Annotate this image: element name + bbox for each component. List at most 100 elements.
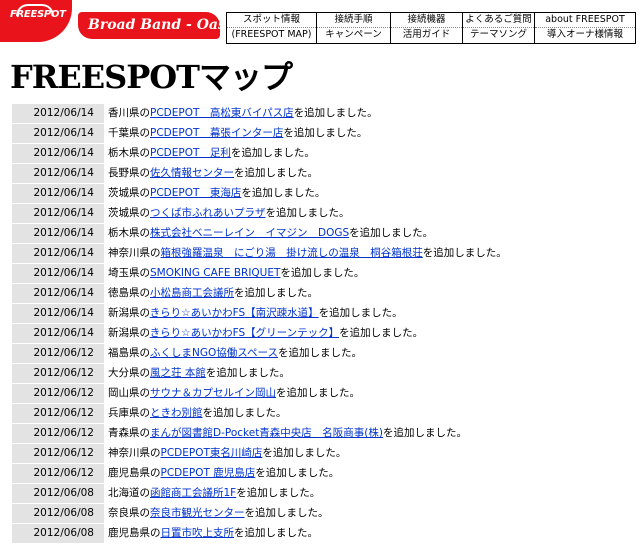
entry-description: 新潟県のきらり☆あいかわFS【南沢疎水道】を追加しました。 [104, 304, 628, 323]
entry-link[interactable]: PCDEPOT 高松東バイパス店 [150, 107, 294, 119]
nav-item-devices[interactable]: 接続機器 [391, 13, 462, 27]
entry-link[interactable]: ときわ別館 [150, 407, 203, 419]
entry-prefecture: 神奈川県の [108, 447, 161, 459]
entry-link[interactable]: 株式会社ベニーレイン イマジン DOGS [150, 227, 349, 239]
entry-link[interactable]: 小松島商工会議所 [150, 287, 234, 299]
entry-description: 鹿児島県のPCDEPOT 鹿児島店を追加しました。 [104, 464, 628, 483]
list-item: 2012/06/12 大分県の風之荘 本館を追加しました。 [12, 364, 628, 384]
entry-prefecture: 奈良県の [108, 507, 150, 519]
nav-col-4: よくあるご質問 テーマソング [462, 13, 534, 43]
entry-date: 2012/06/14 [33, 227, 94, 239]
entry-link[interactable]: PCDEPOT 鹿児島店 [161, 467, 256, 479]
entry-description: 茨城県のPCDEPOT 東海店を追加しました。 [104, 184, 628, 203]
brand-banner[interactable]: Broad Band - Oasis [78, 12, 239, 39]
list-item: 2012/06/12 青森県のまんが図書館D-Pocket青森中央店 名阪商事(株… [12, 424, 628, 444]
entry-prefecture: 岡山県の [108, 387, 150, 399]
list-item: 2012/06/08 北海道の函館商工会議所1Fを追加しました。 [12, 484, 628, 504]
entry-link[interactable]: PCDEPOT 東海店 [150, 187, 241, 199]
entry-date: 2012/06/14 [33, 207, 94, 219]
entry-description: 千葉県のPCDEPOT 幕張インター店を追加しました。 [104, 124, 628, 143]
nav-item-connect-steps[interactable]: 接続手順 [317, 13, 390, 27]
entry-link[interactable]: まんが図書館D-Pocket青森中央店 名阪商事(株) [150, 427, 383, 439]
entry-link[interactable]: 佐久情報センター [150, 167, 234, 179]
brand-text: Broad Band - Oasis [88, 17, 240, 33]
entry-prefecture: 栃木県の [108, 147, 150, 159]
entry-description: 茨城県のつくば市ふれあいプラザを追加しました。 [104, 204, 628, 223]
entry-description: 神奈川県の箱根強羅温泉 にごり湯 掛け流しの温泉 桐谷箱根荘を追加しました。 [104, 244, 628, 263]
entry-suffix: を追加しました。 [255, 467, 340, 479]
entry-suffix: を追加しました。 [234, 167, 318, 179]
entry-suffix: を追加しました。 [244, 507, 329, 519]
entry-prefecture: 長野県の [108, 167, 150, 179]
entry-link[interactable]: きらり☆あいかわFS【グリーンテック】 [150, 327, 339, 339]
nav-item-about[interactable]: about FREESPOT [535, 13, 635, 27]
entry-prefecture: 鹿児島県の [108, 527, 161, 539]
page-title: FREESPOTマップ [10, 58, 293, 96]
entry-prefecture: 茨城県の [108, 207, 150, 219]
entry-prefecture: 北海道の [108, 487, 150, 499]
entry-description: 福島県のふくしまNGO協働スペースを追加しました。 [104, 344, 628, 363]
list-item: 2012/06/14 徳島県の小松島商工会議所を追加しました。 [12, 284, 628, 304]
nav-item-freespot-map[interactable]: (FREESPOT MAP) [227, 27, 316, 42]
entry-link[interactable]: サウナ＆カプセルイン岡山 [150, 387, 276, 399]
entry-suffix: を追加しました。 [293, 107, 378, 119]
entry-link[interactable]: 箱根強羅温泉 にごり湯 掛け流しの温泉 桐谷箱根荘 [161, 247, 423, 259]
entry-description: 新潟県のきらり☆あいかわFS【グリーンテック】を追加しました。 [104, 324, 628, 343]
entry-suffix: を追加しました。 [234, 287, 318, 299]
entry-link[interactable]: 函館商工会議所1F [150, 487, 236, 499]
entry-suffix: を追加しました。 [422, 247, 507, 259]
entry-link[interactable]: SMOKING CAFE BRIQUET [150, 267, 280, 279]
entry-suffix: を追加しました。 [230, 147, 315, 159]
entry-description: 神奈川県のPCDEPOT東名川崎店を追加しました。 [104, 444, 628, 463]
nav-item-faq[interactable]: よくあるご質問 [463, 13, 534, 27]
list-item: 2012/06/14 埼玉県のSMOKING CAFE BRIQUETを追加しまし… [12, 264, 628, 284]
entry-prefecture: 青森県の [108, 427, 150, 439]
entry-date: 2012/06/08 [33, 487, 94, 499]
entry-date: 2012/06/14 [33, 247, 94, 259]
entry-prefecture: 香川県の [108, 107, 150, 119]
entry-link[interactable]: PCDEPOT東名川崎店 [161, 447, 263, 459]
nav-col-2: 接続手順 キャンペーン [316, 13, 390, 43]
entry-prefecture: 徳島県の [108, 287, 150, 299]
entry-suffix: を追加しました。 [278, 347, 362, 359]
entry-link[interactable]: ふくしまNGO協働スペース [150, 347, 278, 359]
entry-link[interactable]: PCDEPOT 幕張インター店 [150, 127, 283, 139]
nav-item-guide[interactable]: 活用ガイド [391, 27, 462, 42]
nav-item-owner-info[interactable]: 導入オーナ様情報 [535, 27, 635, 42]
entry-date: 2012/06/14 [33, 287, 94, 299]
entry-prefecture: 新潟県の [108, 307, 150, 319]
entry-date: 2012/06/14 [33, 187, 94, 199]
list-item: 2012/06/12 神奈川県のPCDEPOT東名川崎店を追加しました。 [12, 444, 628, 464]
entry-suffix: を追加しました。 [234, 527, 318, 539]
list-item: 2012/06/14 栃木県のPCDEPOT 足利を追加しました。 [12, 144, 628, 164]
nav-item-spot-info[interactable]: スポット情報 [227, 13, 316, 27]
entry-link[interactable]: つくば市ふれあいプラザ [150, 207, 266, 219]
entry-date: 2012/06/12 [33, 407, 94, 419]
entry-description: 奈良県の奈良市観光センターを追加しました。 [104, 504, 628, 523]
entry-link[interactable]: 日置市吹上支所 [161, 527, 235, 539]
nav-item-campaign[interactable]: キャンペーン [317, 27, 390, 42]
list-item: 2012/06/14 千葉県のPCDEPOT 幕張インター店を追加しました。 [12, 124, 628, 144]
entry-prefecture: 鹿児島県の [108, 467, 161, 479]
entry-suffix: を追加しました。 [265, 207, 350, 219]
entry-link[interactable]: きらり☆あいかわFS【南沢疎水道】 [150, 307, 319, 319]
list-item: 2012/06/12 兵庫県のときわ別館を追加しました。 [12, 404, 628, 424]
freespot-logo[interactable]: FREESPOT [0, 0, 72, 42]
list-item: 2012/06/14 新潟県のきらり☆あいかわFS【南沢疎水道】を追加しました。 [12, 304, 628, 324]
nav-col-3: 接続機器 活用ガイド [390, 13, 462, 43]
entry-description: 埼玉県のSMOKING CAFE BRIQUETを追加しました。 [104, 264, 628, 283]
logo-text: FREESPOT [10, 9, 66, 20]
entry-description: 徳島県の小松島商工会議所を追加しました。 [104, 284, 628, 303]
entry-prefecture: 兵庫県の [108, 407, 150, 419]
nav-item-theme-song[interactable]: テーマソング [463, 27, 534, 42]
entry-date: 2012/06/08 [33, 507, 94, 519]
entry-link[interactable]: PCDEPOT 足利 [150, 147, 231, 159]
entry-suffix: を追加しました。 [349, 227, 434, 239]
entry-suffix: を追加しました。 [236, 487, 321, 499]
entry-link[interactable]: 風之荘 本館 [150, 367, 206, 379]
entry-link[interactable]: 奈良市観光センター [150, 507, 245, 519]
entry-date: 2012/06/12 [33, 367, 94, 379]
main-nav: スポット情報 (FREESPOT MAP) 接続手順 キャンペーン 接続機器 活… [226, 12, 636, 44]
list-item: 2012/06/14 茨城県のつくば市ふれあいプラザを追加しました。 [12, 204, 628, 224]
list-item: 2012/06/14 茨城県のPCDEPOT 東海店を追加しました。 [12, 184, 628, 204]
